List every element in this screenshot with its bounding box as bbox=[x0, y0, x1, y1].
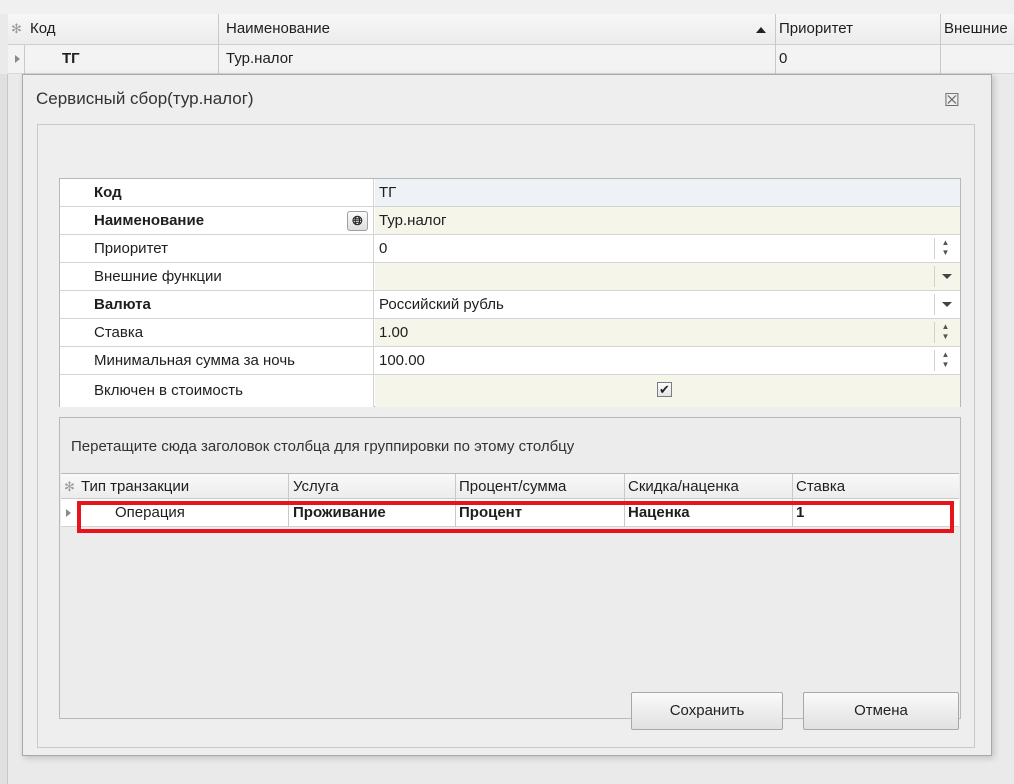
property-label-rate: Ставка bbox=[60, 319, 374, 346]
property-label-min-sum: Минимальная сумма за ночь bbox=[60, 347, 374, 374]
column-header-code[interactable]: Код bbox=[30, 19, 56, 39]
min-sum-field[interactable]: 100.00 ▲ ▼ bbox=[375, 347, 960, 374]
column-divider bbox=[455, 474, 456, 500]
name-field[interactable]: Тур.налог bbox=[375, 207, 960, 234]
property-label-currency: Валюта bbox=[60, 291, 374, 318]
chevron-down-icon bbox=[942, 302, 952, 307]
spin-buttons-icon[interactable]: ▲ ▼ bbox=[934, 238, 956, 259]
main-grid-header: ✻ Код Наименование Приоритет Внешние bbox=[8, 14, 1014, 45]
property-label-included: Включен в стоимость bbox=[60, 375, 374, 407]
table-row[interactable]: ТГ Тур.налог 0 bbox=[8, 45, 1014, 74]
priority-value: 0 bbox=[379, 240, 388, 257]
property-row-included: Включен в стоимость ✔ bbox=[60, 375, 960, 407]
code-field[interactable]: ТГ bbox=[375, 179, 960, 206]
rate-field[interactable]: 1.00 ▲ ▼ bbox=[375, 319, 960, 346]
dropdown-button[interactable] bbox=[934, 266, 956, 287]
group-by-panel[interactable]: Перетащите сюда заголовок столбца для гр… bbox=[71, 437, 574, 457]
column-header-priority[interactable]: Приоритет bbox=[779, 19, 853, 39]
transactions-grid-header: ✻ Тип транзакции Услуга Процент/сумма Ск… bbox=[61, 473, 959, 500]
column-header-discount-markup[interactable]: Скидка/наценка bbox=[628, 477, 739, 497]
column-header-percent-sum[interactable]: Процент/сумма bbox=[459, 477, 566, 497]
column-header-external[interactable]: Внешние bbox=[944, 19, 1008, 39]
dropdown-button[interactable] bbox=[934, 294, 956, 315]
column-divider bbox=[218, 45, 219, 74]
column-divider bbox=[624, 474, 625, 500]
property-row-name: Наименование 🌐︎ Тур.налог bbox=[60, 207, 960, 235]
external-functions-select[interactable] bbox=[375, 263, 960, 290]
column-divider bbox=[940, 45, 941, 74]
service-fee-dialog: Сервисный сбор(тур.налог) ☒ Код ТГ Наиме… bbox=[22, 74, 992, 756]
check-icon[interactable]: ✔ bbox=[657, 382, 672, 397]
column-header-name[interactable]: Наименование bbox=[226, 19, 330, 39]
cell-name: Тур.налог bbox=[226, 50, 294, 67]
new-row-icon: ✻ bbox=[64, 479, 75, 494]
row-indicator-icon bbox=[15, 55, 20, 63]
row-indicator-icon bbox=[66, 509, 71, 517]
column-header-service[interactable]: Услуга bbox=[293, 477, 339, 497]
globe-icon[interactable]: 🌐︎ bbox=[347, 211, 368, 231]
priority-field[interactable]: 0 ▲ ▼ bbox=[375, 235, 960, 262]
column-header-rate[interactable]: Ставка bbox=[796, 477, 845, 497]
property-row-code: Код ТГ bbox=[60, 179, 960, 207]
column-divider bbox=[940, 14, 941, 45]
column-divider bbox=[792, 474, 793, 500]
included-cell: ✔ bbox=[375, 375, 960, 407]
window-top-strip bbox=[0, 0, 1014, 14]
property-label-name: Наименование 🌐︎ bbox=[60, 207, 374, 234]
column-divider bbox=[775, 45, 776, 74]
cancel-button[interactable]: Отмена bbox=[803, 692, 959, 730]
sort-ascending-icon[interactable] bbox=[756, 27, 766, 33]
transactions-grid: ✻ Тип транзакции Услуга Процент/сумма Ск… bbox=[61, 473, 959, 717]
property-row-external-functions: Внешние функции bbox=[60, 263, 960, 291]
column-divider bbox=[775, 14, 776, 45]
column-header-transaction-type[interactable]: Тип транзакции bbox=[81, 477, 189, 497]
highlight-box bbox=[77, 501, 954, 533]
transactions-panel: Перетащите сюда заголовок столбца для гр… bbox=[59, 417, 961, 719]
property-grid: Код ТГ Наименование 🌐︎ Тур.налог Приорит… bbox=[59, 178, 961, 407]
min-sum-value: 100.00 bbox=[379, 352, 425, 369]
chevron-down-icon bbox=[942, 274, 952, 279]
spin-buttons-icon[interactable]: ▲ ▼ bbox=[934, 322, 956, 343]
property-label-name-text: Наименование bbox=[94, 212, 205, 229]
left-panel-edge bbox=[0, 74, 8, 784]
new-row-icon: ✻ bbox=[11, 21, 22, 36]
property-row-min-sum: Минимальная сумма за ночь 100.00 ▲ ▼ bbox=[60, 347, 960, 375]
rate-value: 1.00 bbox=[379, 324, 409, 341]
property-row-currency: Валюта Российский рубль bbox=[60, 291, 960, 319]
spin-buttons-icon[interactable]: ▲ ▼ bbox=[934, 350, 956, 371]
row-indicator-divider bbox=[24, 45, 25, 74]
dialog-title: Сервисный сбор(тур.налог) bbox=[36, 89, 254, 108]
column-divider bbox=[288, 474, 289, 500]
property-row-priority: Приоритет 0 ▲ ▼ bbox=[60, 235, 960, 263]
cell-code: ТГ bbox=[62, 50, 80, 67]
close-icon[interactable]: ☒ bbox=[942, 90, 962, 110]
currency-select[interactable]: Российский рубль bbox=[375, 291, 960, 318]
property-label-code: Код bbox=[60, 179, 374, 206]
column-divider bbox=[218, 14, 219, 45]
property-label-external-functions: Внешние функции bbox=[60, 263, 374, 290]
dialog-content: Код ТГ Наименование 🌐︎ Тур.налог Приорит… bbox=[37, 124, 975, 748]
property-label-priority: Приоритет bbox=[60, 235, 374, 262]
save-button[interactable]: Сохранить bbox=[631, 692, 783, 730]
currency-value: Российский рубль bbox=[379, 296, 504, 313]
property-row-rate: Ставка 1.00 ▲ ▼ bbox=[60, 319, 960, 347]
cell-priority: 0 bbox=[779, 50, 788, 67]
